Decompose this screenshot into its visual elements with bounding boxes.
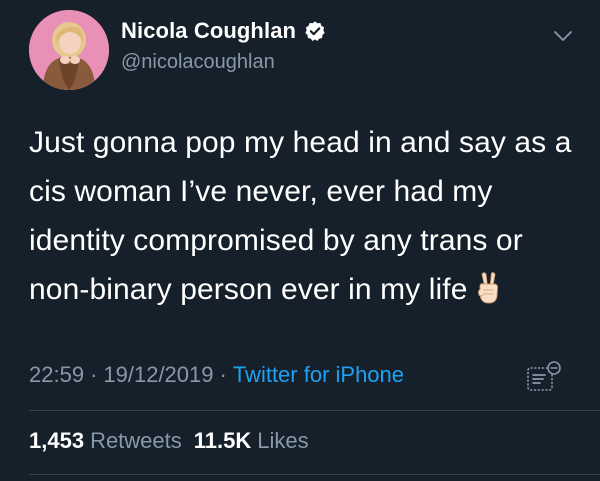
victory-hand-icon xyxy=(477,272,498,304)
likes-count[interactable]: 11.5K xyxy=(194,428,252,454)
divider xyxy=(29,410,600,411)
tweet-text: Just gonna pop my head in and say as a c… xyxy=(29,118,589,314)
verified-badge-icon xyxy=(305,21,325,41)
tweet-meta: 22:59 · 19/12/2019 · Twitter for iPhone xyxy=(29,362,404,388)
tweet-stats: 1,453 Retweets 11.5K Likes xyxy=(29,428,315,454)
retweets-count[interactable]: 1,453 xyxy=(29,428,84,454)
meta-separator: · xyxy=(90,362,98,387)
author-display-name[interactable]: Nicola Coughlan xyxy=(121,18,296,44)
avatar-image xyxy=(29,10,109,90)
tweet-card: Nicola Coughlan @nicolacoughlan Just gon… xyxy=(0,0,600,481)
tweet-date[interactable]: 19/12/2019 xyxy=(103,362,213,388)
author-name-row: Nicola Coughlan xyxy=(121,18,326,44)
likes-label[interactable]: Likes xyxy=(257,428,308,454)
analytics-icon[interactable] xyxy=(526,360,562,392)
author-handle[interactable]: @nicolacoughlan xyxy=(121,51,275,74)
tweet-source-link[interactable]: Twitter for iPhone xyxy=(233,362,404,388)
avatar[interactable] xyxy=(29,10,109,90)
retweets-label[interactable]: Retweets xyxy=(90,428,182,454)
meta-separator: · xyxy=(219,362,227,387)
tweet-time[interactable]: 22:59 xyxy=(29,362,84,388)
divider xyxy=(29,474,600,475)
chevron-down-icon[interactable] xyxy=(552,28,574,44)
